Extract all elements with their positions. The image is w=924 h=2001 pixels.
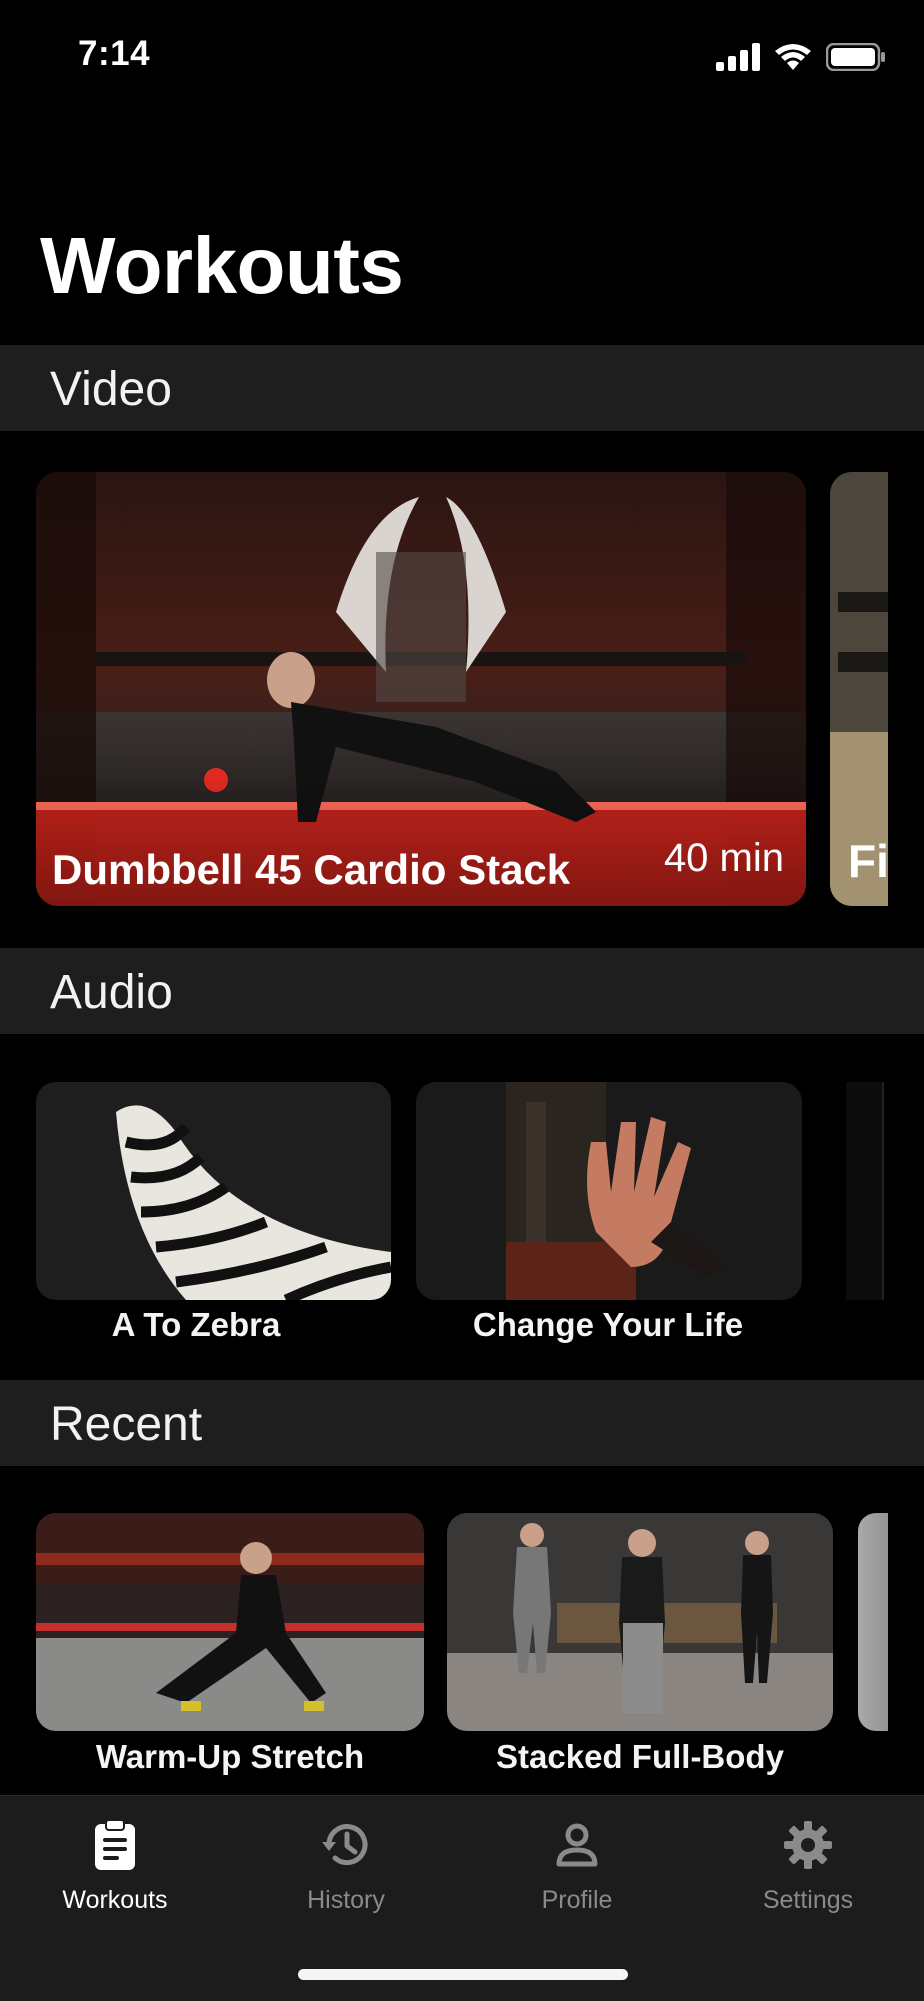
- tab-label: Settings: [762, 1886, 854, 1914]
- audio-section-header: Audio: [0, 948, 924, 1034]
- wifi-icon: [775, 44, 811, 70]
- video-section-title: Video: [50, 363, 172, 416]
- history-icon: [322, 1824, 368, 1866]
- video-card-duration: 40 min: [663, 836, 784, 880]
- tab-label: History: [307, 1886, 385, 1914]
- video-card-dumbbell-45[interactable]: Dumbbell 45 Cardio Stack 40 min: [36, 472, 806, 906]
- tab-label: Profile: [541, 1886, 613, 1914]
- gear-icon: [784, 1821, 832, 1869]
- person-icon: [556, 1823, 598, 1867]
- page-title: Workouts: [40, 221, 404, 310]
- cellular-signal-icon: [716, 43, 760, 71]
- recent-item-title: Warm-Up Stretch: [95, 1738, 365, 1775]
- audio-section-title: Audio: [50, 966, 173, 1019]
- clipboard-icon: [95, 1819, 135, 1870]
- tab-label: Workouts: [62, 1886, 168, 1914]
- audio-item-title: Change Your Life: [472, 1306, 744, 1343]
- tab-settings[interactable]: Settings: [718, 1818, 898, 1915]
- video-card-title: Dumbbell 45 Cardio Stack: [52, 846, 571, 893]
- audio-item-a-to-zebra[interactable]: [36, 1082, 391, 1300]
- audio-thumbnail: [36, 1082, 391, 1300]
- audio-thumbnail: [416, 1082, 802, 1300]
- audio-item-title: A To Zebra: [111, 1306, 281, 1343]
- recent-thumbnail: [36, 1513, 424, 1731]
- tab-profile[interactable]: Profile: [487, 1818, 667, 1915]
- battery-icon: [826, 43, 885, 71]
- recent-thumbnail: [447, 1513, 833, 1731]
- tab-history[interactable]: History: [256, 1818, 436, 1915]
- recent-item-warm-up-stretch[interactable]: [36, 1513, 424, 1731]
- video-section-header: Video: [0, 345, 924, 431]
- tab-workouts[interactable]: Workouts: [25, 1818, 205, 1915]
- audio-item-change-your-life[interactable]: [416, 1082, 802, 1300]
- recent-section-header: Recent: [0, 1380, 924, 1466]
- recent-section-title: Recent: [50, 1398, 203, 1451]
- recent-item-title: Stacked Full-Body: [496, 1738, 784, 1775]
- status-icons: [716, 40, 886, 74]
- status-time: 7:14: [78, 34, 151, 73]
- video-card-title: Fi: [848, 835, 889, 887]
- audio-item-next[interactable]: [846, 1082, 884, 1300]
- recent-item-stacked-full-body[interactable]: [447, 1513, 833, 1731]
- home-indicator[interactable]: [298, 1969, 628, 1980]
